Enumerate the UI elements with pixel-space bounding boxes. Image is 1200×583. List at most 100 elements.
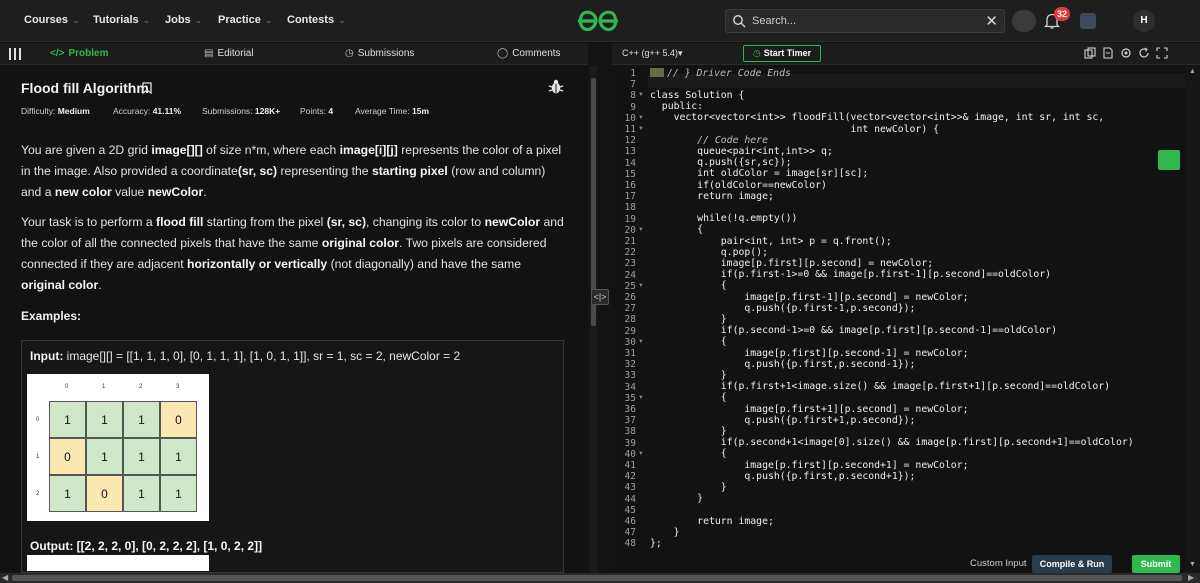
menu-icon[interactable]: [8, 47, 22, 61]
code-line[interactable]: // } Driver Code Ends: [650, 68, 791, 79]
code-text: return image;: [650, 515, 774, 527]
problem-scrollbar[interactable]: [590, 66, 597, 573]
grid-cell: 0: [86, 475, 123, 512]
horizontal-scrollbar[interactable]: ◀ ▶: [0, 573, 1200, 583]
code-line[interactable]: image[p.first][p.second] = newColor;: [650, 258, 933, 269]
search-icon: [733, 15, 746, 28]
tab-comments[interactable]: ◯ Comments: [497, 48, 561, 59]
code-line[interactable]: q.pop();: [650, 247, 768, 258]
settings-icon[interactable]: [1120, 47, 1132, 59]
code-line[interactable]: if(oldColor==newColor): [650, 180, 827, 191]
theme-toggle[interactable]: [1012, 10, 1036, 32]
code-line[interactable]: if(p.first+1<image.size() && image[p.fir…: [650, 381, 1110, 392]
fold-toggle-icon[interactable]: ▼: [638, 339, 644, 345]
apps-icon[interactable]: [1080, 13, 1096, 29]
code-line[interactable]: if(p.first-1>=0 && image[p.first-1][p.se…: [650, 269, 1051, 280]
code-line[interactable]: if(p.second+1<image[0].size() && image[p…: [650, 437, 1134, 448]
example-grid-image: 0 1 2 3 0 1 2 1 1 1 0 0 1 1 1 1 0 1 1: [27, 374, 209, 521]
fold-toggle-icon[interactable]: ▼: [638, 115, 644, 121]
file-icon[interactable]: [1102, 47, 1114, 59]
code-line[interactable]: {: [650, 448, 727, 459]
nav-jobs[interactable]: Jobs ⌄: [165, 14, 202, 26]
code-line[interactable]: q.push({p.first+1,p.second});: [650, 415, 915, 426]
folded-region-icon[interactable]: [650, 68, 664, 77]
line-number: 17: [624, 191, 636, 203]
line-number: 26: [624, 292, 636, 303]
code-line[interactable]: {: [650, 392, 727, 403]
code-line[interactable]: }: [650, 370, 727, 381]
code-line[interactable]: {: [650, 336, 727, 347]
code-line[interactable]: while(!q.empty()): [650, 213, 797, 224]
code-line[interactable]: image[p.first][p.second+1] = newColor;: [650, 460, 968, 471]
custom-input-button[interactable]: Custom Input: [970, 558, 1027, 569]
code-line[interactable]: queue<pair<int,int>> q;: [650, 146, 833, 157]
code-line[interactable]: if(p.second-1>=0 && image[p.first][p.sec…: [650, 325, 1057, 336]
code-line[interactable]: // Code here: [650, 135, 768, 146]
fold-toggle-icon[interactable]: ▼: [638, 92, 644, 98]
tab-editorial[interactable]: ▤ Editorial: [204, 48, 254, 59]
scroll-down-arrow[interactable]: ▼: [1189, 561, 1196, 568]
code-line[interactable]: }: [650, 493, 703, 504]
pane-resize-handle[interactable]: <|>: [591, 289, 609, 305]
avatar[interactable]: H: [1133, 10, 1155, 32]
fold-toggle-icon[interactable]: ▼: [638, 227, 644, 233]
nav-contests[interactable]: Contests ⌄: [287, 14, 346, 26]
tab-problem[interactable]: </> Problem: [50, 48, 108, 59]
bookmark-icon[interactable]: [142, 82, 152, 94]
code-line[interactable]: pair<int, int> p = q.front();: [650, 236, 892, 247]
tab-submissions[interactable]: ◷ Submissions: [345, 48, 414, 59]
code-line[interactable]: q.push({p.first-1,p.second});: [650, 303, 915, 314]
language-select[interactable]: C++ (g++ 5.4)▾: [622, 48, 683, 59]
scrollbar-thumb[interactable]: [12, 575, 1182, 581]
grid-col-label: 1: [102, 384, 106, 390]
reset-icon[interactable]: [1138, 47, 1150, 59]
grid-cell: 1: [86, 438, 123, 475]
search-box[interactable]: Search... ✕: [725, 9, 1005, 33]
code-editor[interactable]: 1 7 8 ▼ 9 10 ▼ 11 ▼ 12 13 14 15 16 17 18 19 20 ▼ 21 22 23 24 25…: [612, 66, 1185, 553]
code-line[interactable]: int oldColor = image[sr][sc];: [650, 168, 868, 179]
code-text: }: [650, 481, 727, 493]
feedback-icon[interactable]: [1158, 150, 1180, 170]
code-line[interactable]: class Solution {: [650, 90, 744, 101]
scroll-up-arrow[interactable]: ▲: [1189, 68, 1196, 75]
example-box: Input: image[][] = [[1, 1, 1, 0], [0, 1,…: [21, 340, 564, 573]
search-input[interactable]: Search...: [752, 15, 796, 27]
fullscreen-icon[interactable]: [1156, 47, 1168, 59]
bug-icon[interactable]: [548, 78, 564, 96]
code-line[interactable]: }: [650, 314, 727, 325]
fold-toggle-icon[interactable]: ▼: [638, 451, 644, 457]
code-line[interactable]: public:: [650, 101, 703, 112]
code-line[interactable]: image[p.first][p.second-1] = newColor;: [650, 348, 968, 359]
code-line[interactable]: }: [650, 426, 727, 437]
fold-toggle-icon[interactable]: ▼: [638, 126, 644, 132]
start-timer-button[interactable]: ◷ Start Timer: [743, 45, 821, 62]
nav-tutorials[interactable]: Tutorials ⌄: [93, 14, 150, 26]
code-line[interactable]: int newColor) {: [650, 124, 939, 135]
code-line[interactable]: vector<vector<int>> floodFill(vector<vec…: [650, 112, 1105, 123]
code-line[interactable]: {: [650, 224, 703, 235]
code-line[interactable]: q.push({sr,sc});: [650, 157, 791, 168]
code-line[interactable]: q.push({p.first,p.second+1});: [650, 471, 915, 482]
code-line[interactable]: }: [650, 527, 680, 538]
code-line[interactable]: {: [650, 280, 727, 291]
close-icon[interactable]: ✕: [985, 12, 998, 30]
scroll-left-arrow[interactable]: ◀: [2, 573, 8, 582]
scroll-right-arrow[interactable]: ▶: [1188, 573, 1194, 582]
code-line[interactable]: };: [650, 538, 662, 549]
compile-run-button[interactable]: Compile & Run: [1032, 555, 1112, 573]
code-text: }: [650, 369, 727, 381]
nav-courses[interactable]: Courses ⌄: [24, 14, 80, 26]
copy-icon[interactable]: [1084, 47, 1096, 59]
gfg-logo-icon[interactable]: [574, 8, 622, 34]
fold-toggle-icon[interactable]: ▼: [638, 283, 644, 289]
submit-button[interactable]: Submit: [1132, 555, 1180, 573]
editor-scrollbar[interactable]: ▲ ▼: [1186, 66, 1200, 573]
code-line[interactable]: }: [650, 482, 727, 493]
code-line[interactable]: image[p.first+1][p.second] = newColor;: [650, 404, 968, 415]
nav-practice[interactable]: Practice ⌄: [218, 14, 272, 26]
code-line[interactable]: return image;: [650, 516, 774, 527]
fold-toggle-icon[interactable]: ▼: [638, 395, 644, 401]
code-line[interactable]: return image;: [650, 191, 774, 202]
code-line[interactable]: q.push({p.first,p.second-1});: [650, 359, 915, 370]
code-line[interactable]: image[p.first-1][p.second] = newColor;: [650, 292, 968, 303]
